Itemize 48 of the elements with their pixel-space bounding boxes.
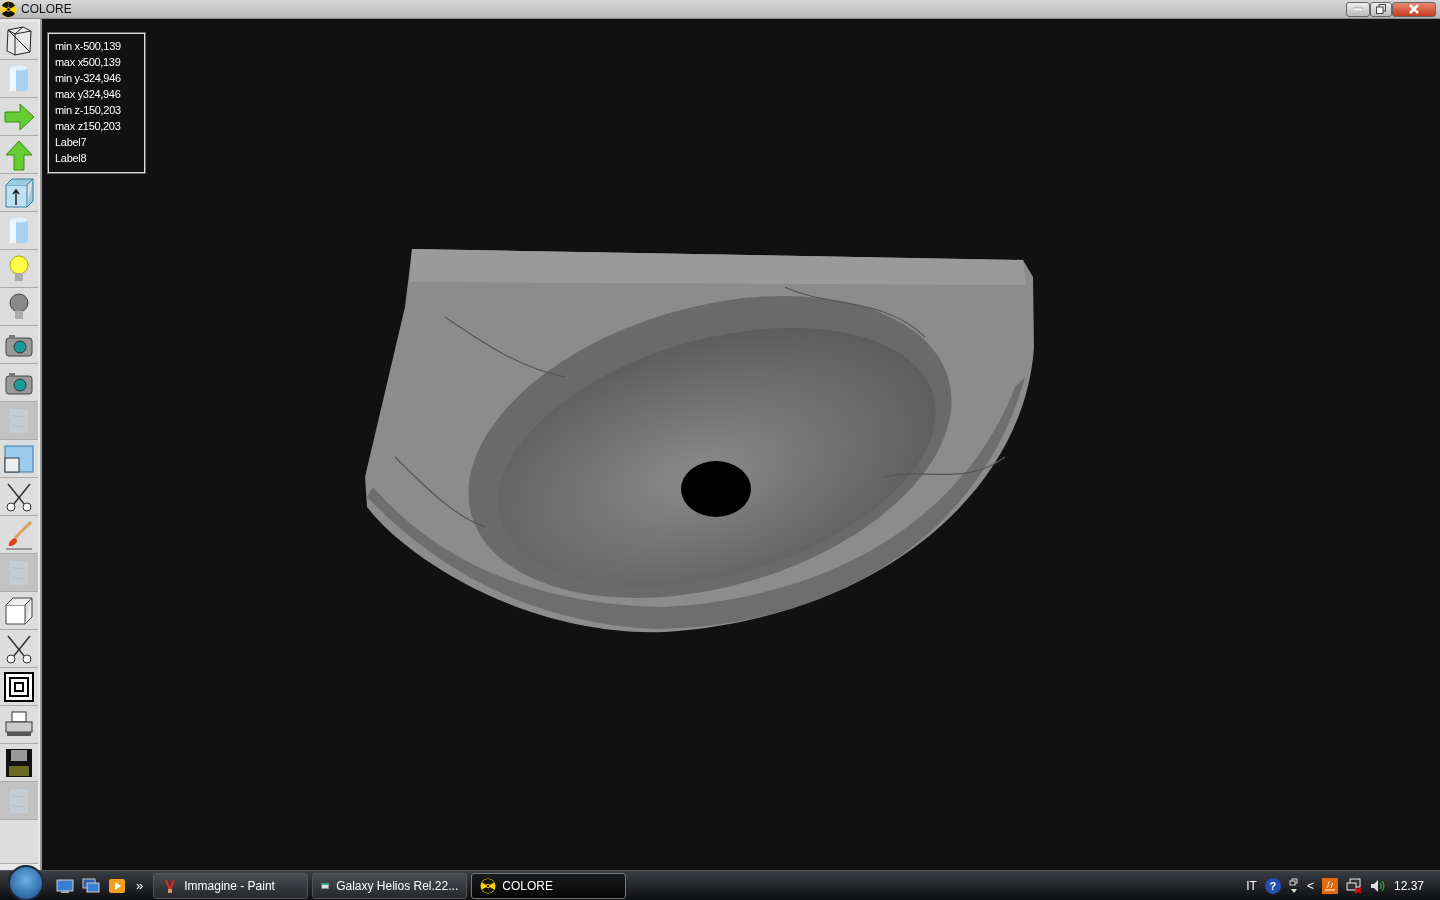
right-arrow-icon (3, 100, 35, 133)
media-player-icon[interactable] (108, 877, 126, 894)
toolbar-button[interactable] (0, 630, 38, 668)
toolbar-button[interactable] (0, 174, 38, 212)
toolbar-button[interactable] (0, 22, 38, 60)
clock[interactable]: 12.37 (1393, 876, 1424, 895)
restore-button[interactable] (1370, 1, 1392, 17)
info-label: min y-324,946 (55, 71, 122, 86)
quick-launch-overflow[interactable]: » (130, 875, 150, 896)
wireframe-box-icon (3, 24, 35, 57)
minimize-button[interactable] (1346, 1, 1370, 17)
toolbar-button[interactable] (0, 668, 38, 706)
info-label: max x500,139 (55, 55, 122, 70)
window-title: COLORE (21, 1, 72, 18)
brush-icon (3, 518, 35, 551)
help-button[interactable]: ? (1264, 877, 1281, 894)
windows-switch-icon[interactable] (82, 877, 100, 894)
close-button[interactable] (1392, 1, 1436, 17)
info-label: min z-150,203 (55, 103, 122, 118)
info-label: max z150,203 (55, 119, 122, 134)
restore-icon (1376, 4, 1386, 14)
concentric-squares-icon (3, 670, 35, 703)
radiation-icon (480, 877, 497, 894)
radiation-icon (0, 0, 17, 18)
toolbar-button[interactable] (0, 364, 38, 402)
info-label: max y324,946 (55, 87, 122, 102)
desktop-icon[interactable] (56, 877, 74, 894)
java-icon[interactable] (1321, 877, 1338, 894)
minimize-icon (1353, 7, 1363, 11)
cube-up-arrow-icon (3, 176, 35, 209)
window-icon (3, 442, 35, 475)
toolbar-button[interactable] (0, 706, 38, 744)
info-label: min x-500,139 (55, 39, 122, 54)
toolbar-button[interactable] (0, 478, 38, 516)
language-indicator[interactable]: IT (1246, 876, 1257, 895)
info-label: Label7 (55, 135, 88, 150)
taskbar-button[interactable]: Immagine - Paint (153, 872, 309, 899)
toolbar-button[interactable] (0, 326, 38, 364)
taskbar-button[interactable]: COLORE (471, 872, 627, 899)
close-icon (1409, 4, 1419, 14)
up-arrow-icon (3, 138, 35, 171)
toolbar-button[interactable] (0, 744, 38, 782)
network-disconnected-icon[interactable] (1345, 877, 1362, 894)
cube-icon (3, 594, 35, 627)
info-label: Label8 (55, 151, 88, 166)
windows-arrow-icon[interactable] (1288, 877, 1299, 894)
tray-expand-button[interactable]: < (1306, 876, 1314, 895)
taskbar-button[interactable]: Galaxy Helios Rel.22... (312, 872, 468, 899)
